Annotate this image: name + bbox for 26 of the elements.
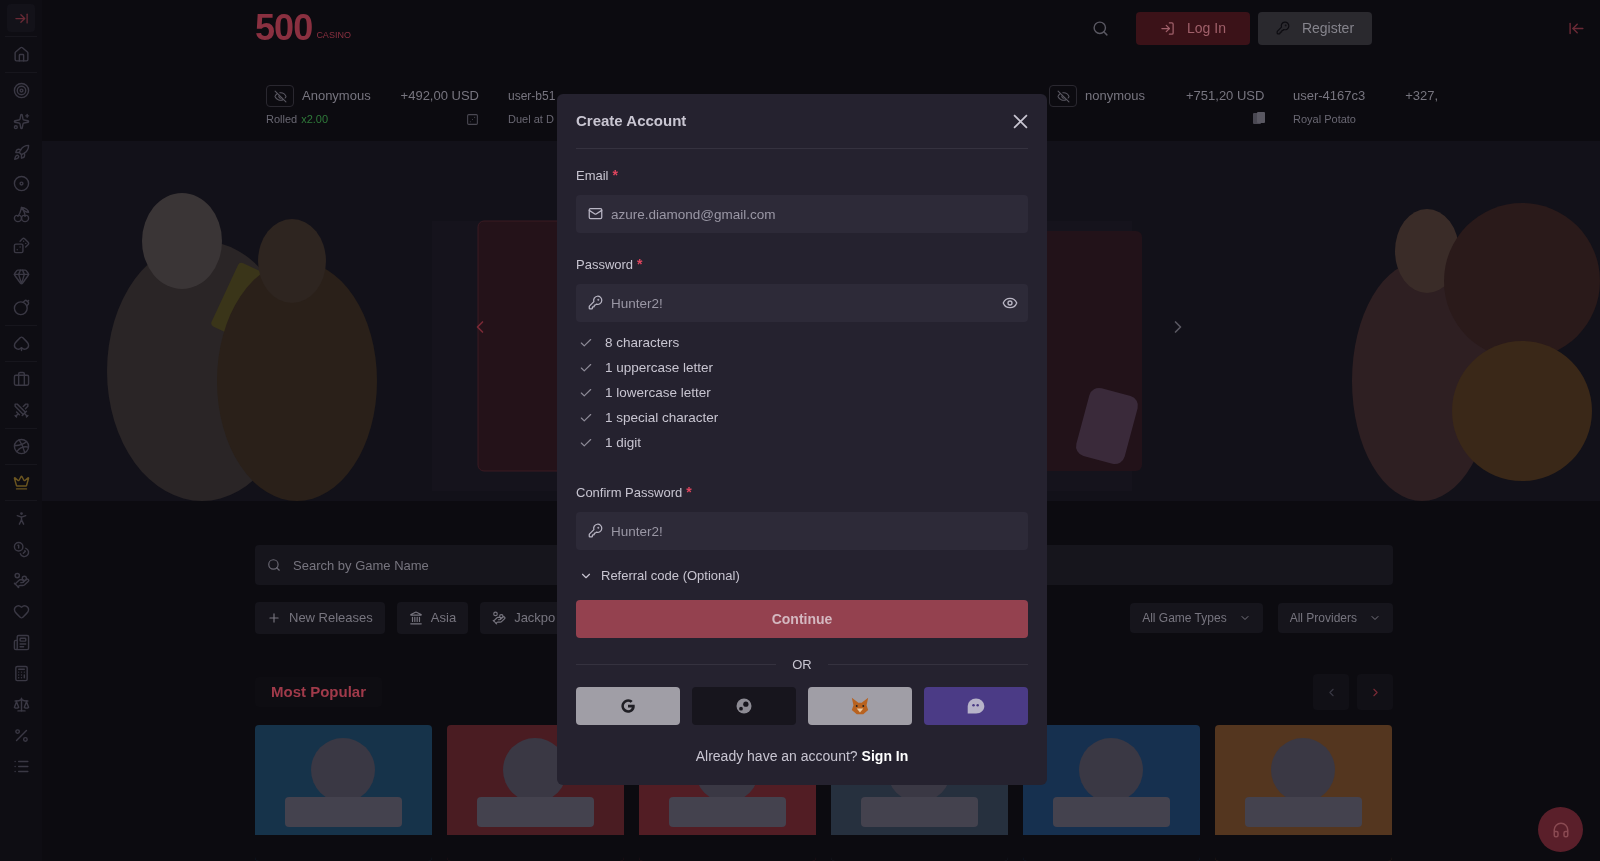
field-label: Confirm Password (576, 483, 683, 502)
ticker-note: Duel at D (508, 112, 555, 127)
required-asterisk: * (686, 483, 692, 502)
password-rule: 1 digit (605, 433, 642, 452)
account-prompt: Already have an account? (695, 746, 858, 766)
or-divider-text: OR (792, 656, 812, 674)
required-asterisk: * (637, 255, 643, 274)
required-asterisk: * (612, 166, 618, 185)
logo-subtitle: CASINO (316, 28, 351, 42)
password-rule: 1 uppercase letter (605, 358, 714, 377)
ticker-note: Rolled (266, 111, 298, 127)
ticker-amount: +751,20 USD (1186, 87, 1266, 105)
ticker-user: user-4167c3 (1293, 87, 1366, 106)
password-rule: 1 special character (605, 408, 719, 427)
ticker-amount: +492,00 USD (400, 87, 479, 106)
ticker-multiplier: x2.00 (301, 111, 329, 127)
ticker-amount: +327, (1405, 87, 1439, 106)
dialog-title: Create Account (576, 110, 687, 131)
field-label: Password (576, 255, 634, 274)
password-rule: 8 characters (605, 333, 680, 352)
ticker-user: user-b51 (508, 88, 556, 105)
ticker-user: nonymous (1085, 87, 1145, 106)
field-label: Email (576, 166, 609, 185)
ticker-note: Royal Potato (1293, 112, 1357, 127)
password-rule: 1 lowercase letter (605, 383, 711, 402)
ticker-user: Anonymous (302, 87, 371, 106)
